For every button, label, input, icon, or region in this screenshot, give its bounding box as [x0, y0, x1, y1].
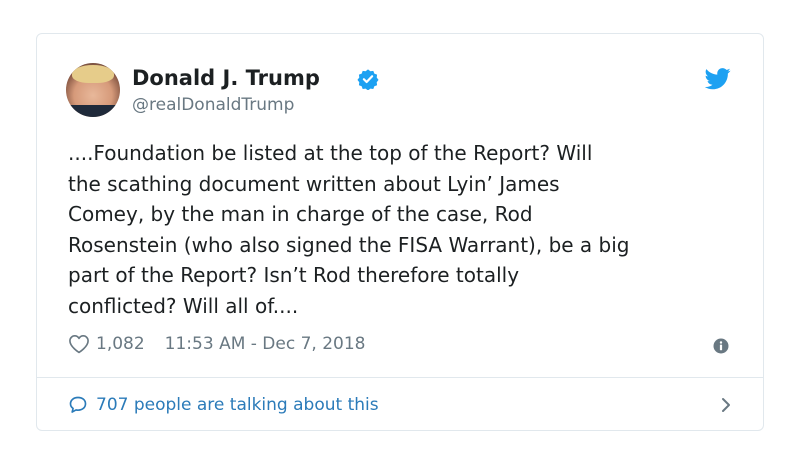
- divider: [37, 377, 763, 378]
- tweet-text-line: Rosenstein (who also signed the FISA War…: [68, 232, 630, 257]
- chevron-right-icon[interactable]: [720, 397, 732, 413]
- conversation-link[interactable]: 707 people are talking about this: [68, 390, 732, 420]
- timestamp[interactable]: 11:53 AM - Dec 7, 2018: [165, 334, 366, 354]
- tweet-card[interactable]: Donald J. Trump @realDonaldTrump ....Fou…: [36, 33, 764, 431]
- twitter-bird-icon[interactable]: [705, 68, 731, 90]
- speech-bubble-icon: [69, 396, 87, 413]
- tweet-text-line: the scathing document written about Lyin…: [68, 171, 560, 196]
- avatar[interactable]: [66, 63, 120, 117]
- avatar-hair: [72, 65, 114, 83]
- tweet-text-line: Comey, by the man in charge of the case,…: [68, 202, 533, 226]
- info-icon[interactable]: [713, 338, 729, 354]
- tweet-meta: 1,082 11:53 AM - Dec 7, 2018: [68, 334, 366, 354]
- tweet-text-line: part of the Report? Isn’t Rod therefore …: [68, 263, 520, 287]
- conversation-label[interactable]: 707 people are talking about this: [96, 395, 379, 415]
- verified-badge-icon: [357, 69, 379, 90]
- heart-icon[interactable]: [68, 334, 90, 354]
- tweet-text-line: conflicted? Will all of....: [68, 293, 299, 318]
- author-handle[interactable]: @realDonaldTrump: [132, 95, 294, 115]
- like-count[interactable]: 1,082: [96, 334, 145, 354]
- avatar-suit: [66, 105, 120, 117]
- author-name[interactable]: Donald J. Trump: [132, 66, 320, 90]
- tweet-text: ....Foundation be listed at the top of t…: [68, 138, 738, 321]
- tweet-text-line: ....Foundation be listed at the top of t…: [68, 141, 593, 165]
